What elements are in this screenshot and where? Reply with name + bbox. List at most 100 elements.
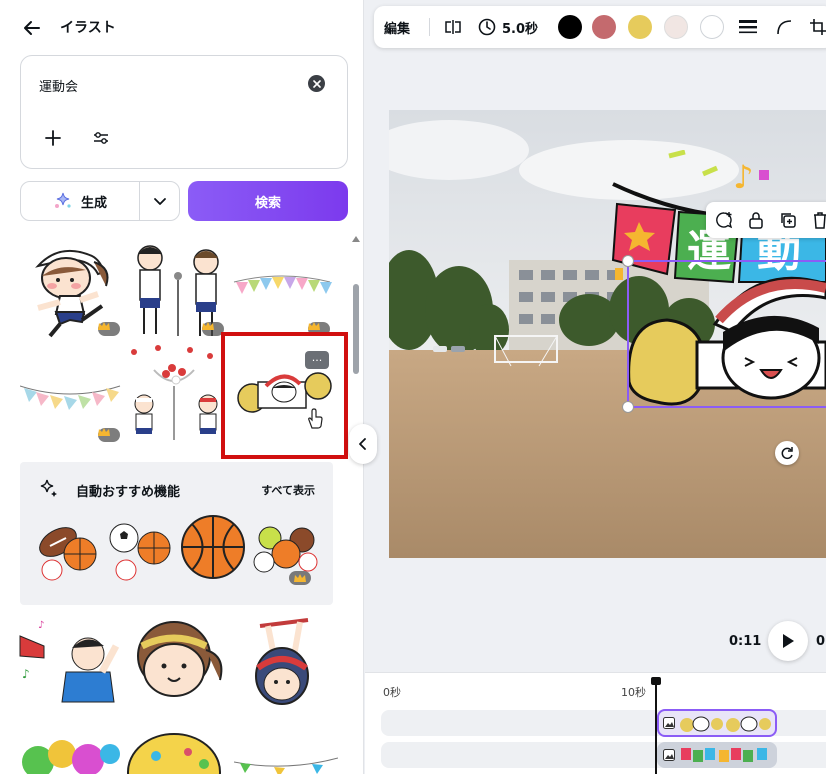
resize-handle-bottom-left[interactable]	[622, 401, 634, 413]
generate-split-button: 生成	[20, 181, 180, 221]
sparkle-icon	[40, 479, 57, 497]
add-button[interactable]	[41, 126, 65, 150]
edit-button[interactable]: 編集	[384, 6, 410, 48]
stroke-weight-button[interactable]	[736, 6, 760, 48]
premium-crown-badge	[98, 428, 120, 442]
crown-icon	[308, 322, 320, 330]
auto-recommend-section: 自動おすすめ機能 すべて表示	[20, 462, 333, 605]
result-megaphone-boy[interactable]: ♪ ♪	[18, 616, 122, 720]
color-swatch-yellow[interactable]	[628, 15, 652, 39]
search-input[interactable]: 運動会	[39, 76, 78, 95]
playhead[interactable]	[655, 679, 657, 774]
illustration-panel: イラスト 運動会 生成 検索 ··· 自動おすすめ機能 すべて表示 ♪ ♪	[0, 0, 364, 774]
search-button[interactable]: 検索	[188, 181, 348, 221]
result-sports-day-students[interactable]	[124, 236, 228, 340]
timeline-tick-0: 0秒	[383, 686, 401, 699]
ball-toss-game-illustration	[131, 345, 218, 440]
comment-button[interactable]	[712, 208, 736, 232]
panel-title: イラスト	[60, 20, 116, 36]
line-weight-icon	[739, 20, 757, 34]
clear-search-button[interactable]	[308, 75, 325, 92]
timeline-tick-10: 10秒	[621, 686, 646, 699]
colorful-splash-illustration[interactable]	[18, 732, 122, 774]
editor-toolbar: 編集 5.0秒	[374, 6, 826, 48]
hanging-kid-illustration	[255, 618, 309, 705]
rotate-icon	[781, 447, 793, 460]
timeline: 0秒 10秒	[365, 672, 826, 774]
show-all-link[interactable]: すべて表示	[261, 482, 315, 498]
soccer-ball-set-illustration[interactable]	[106, 518, 176, 588]
duplicate-icon	[781, 213, 796, 228]
playhead-handle[interactable]	[651, 677, 661, 685]
element-context-toolbar	[706, 202, 826, 238]
peeking-girl-illustration	[137, 621, 223, 697]
corner-rounding-button[interactable]	[772, 6, 796, 48]
color-swatch-black[interactable]	[558, 15, 582, 39]
duration-button[interactable]: 5.0秒	[478, 6, 538, 48]
results-grid: ··· 自動おすすめ機能 すべて表示 ♪ ♪	[0, 232, 352, 774]
generate-label: 生成	[80, 195, 107, 211]
premium-crown-badge	[289, 571, 311, 585]
selection-frame[interactable]	[627, 260, 826, 408]
duration-label: 5.0秒	[502, 21, 539, 37]
crop-button[interactable]	[806, 6, 826, 48]
bunting-illustration[interactable]	[234, 752, 338, 774]
scroll-up-arrow-icon[interactable]	[352, 236, 360, 242]
panel-scrollbar[interactable]	[351, 234, 363, 774]
result-running-girl[interactable]	[20, 236, 124, 340]
panel-header: イラスト	[0, 0, 364, 52]
delete-button[interactable]	[808, 208, 826, 232]
play-icon	[783, 634, 794, 648]
flip-icon	[445, 20, 461, 34]
rotate-button[interactable]	[775, 441, 799, 465]
color-swatch-rose[interactable]	[592, 15, 616, 39]
arrow-left-icon	[24, 21, 40, 35]
current-time: 0:11	[729, 634, 762, 649]
result-flag-garland[interactable]	[20, 342, 124, 446]
resize-handle-top-left[interactable]	[622, 255, 634, 267]
svg-text:♪: ♪	[22, 667, 30, 681]
duplicate-button[interactable]	[776, 208, 800, 232]
crown-icon	[98, 428, 110, 436]
plus-icon	[45, 130, 61, 146]
design-canvas[interactable]: 運 動 ♪	[389, 110, 826, 558]
paint-face-illustration[interactable]	[126, 732, 230, 774]
ai-sparkle-icon	[54, 192, 71, 208]
crown-icon	[294, 574, 306, 582]
clip-thumbnails	[681, 748, 767, 762]
play-button[interactable]	[768, 621, 808, 661]
trash-icon	[814, 212, 826, 229]
crop-icon	[810, 19, 826, 35]
megaphone-cheer-boy-illustration: ♪ ♪	[19, 620, 120, 703]
toolbar-divider	[429, 18, 430, 36]
result-peeking-girl[interactable]	[126, 616, 230, 720]
clip-thumbnails	[680, 716, 771, 732]
lock-button[interactable]	[744, 208, 768, 232]
collapse-panel-button[interactable]	[349, 424, 377, 464]
timeline-clip-banner[interactable]	[657, 742, 777, 768]
basketball-illustration[interactable]	[180, 514, 246, 580]
result-triangle-bunting[interactable]	[230, 236, 334, 340]
color-swatch-blush[interactable]	[664, 15, 688, 39]
result-ball-toss[interactable]	[124, 342, 228, 446]
result-hanging-kid[interactable]	[234, 616, 338, 720]
rugby-ball-set-illustration[interactable]	[34, 518, 104, 588]
image-icon	[663, 717, 675, 729]
sliders-icon	[94, 132, 108, 144]
search-box[interactable]: 運動会	[20, 55, 348, 169]
generate-dropdown-button[interactable]	[140, 182, 180, 220]
more-options-button[interactable]: ···	[305, 351, 329, 369]
flip-button[interactable]	[440, 6, 466, 48]
crown-icon	[202, 322, 214, 330]
clock-icon	[478, 18, 496, 36]
hand-cursor-icon	[308, 408, 323, 429]
filter-button[interactable]	[89, 126, 113, 150]
scroll-thumb[interactable]	[353, 284, 359, 374]
svg-text:♪: ♪	[733, 158, 753, 196]
chevron-left-icon	[359, 438, 366, 450]
color-swatch-white[interactable]	[700, 15, 724, 39]
generate-button[interactable]: 生成	[21, 182, 139, 220]
timeline-clip-cheering-girl[interactable]	[657, 709, 777, 737]
svg-text:♪: ♪	[38, 620, 44, 631]
back-button[interactable]	[18, 14, 46, 42]
